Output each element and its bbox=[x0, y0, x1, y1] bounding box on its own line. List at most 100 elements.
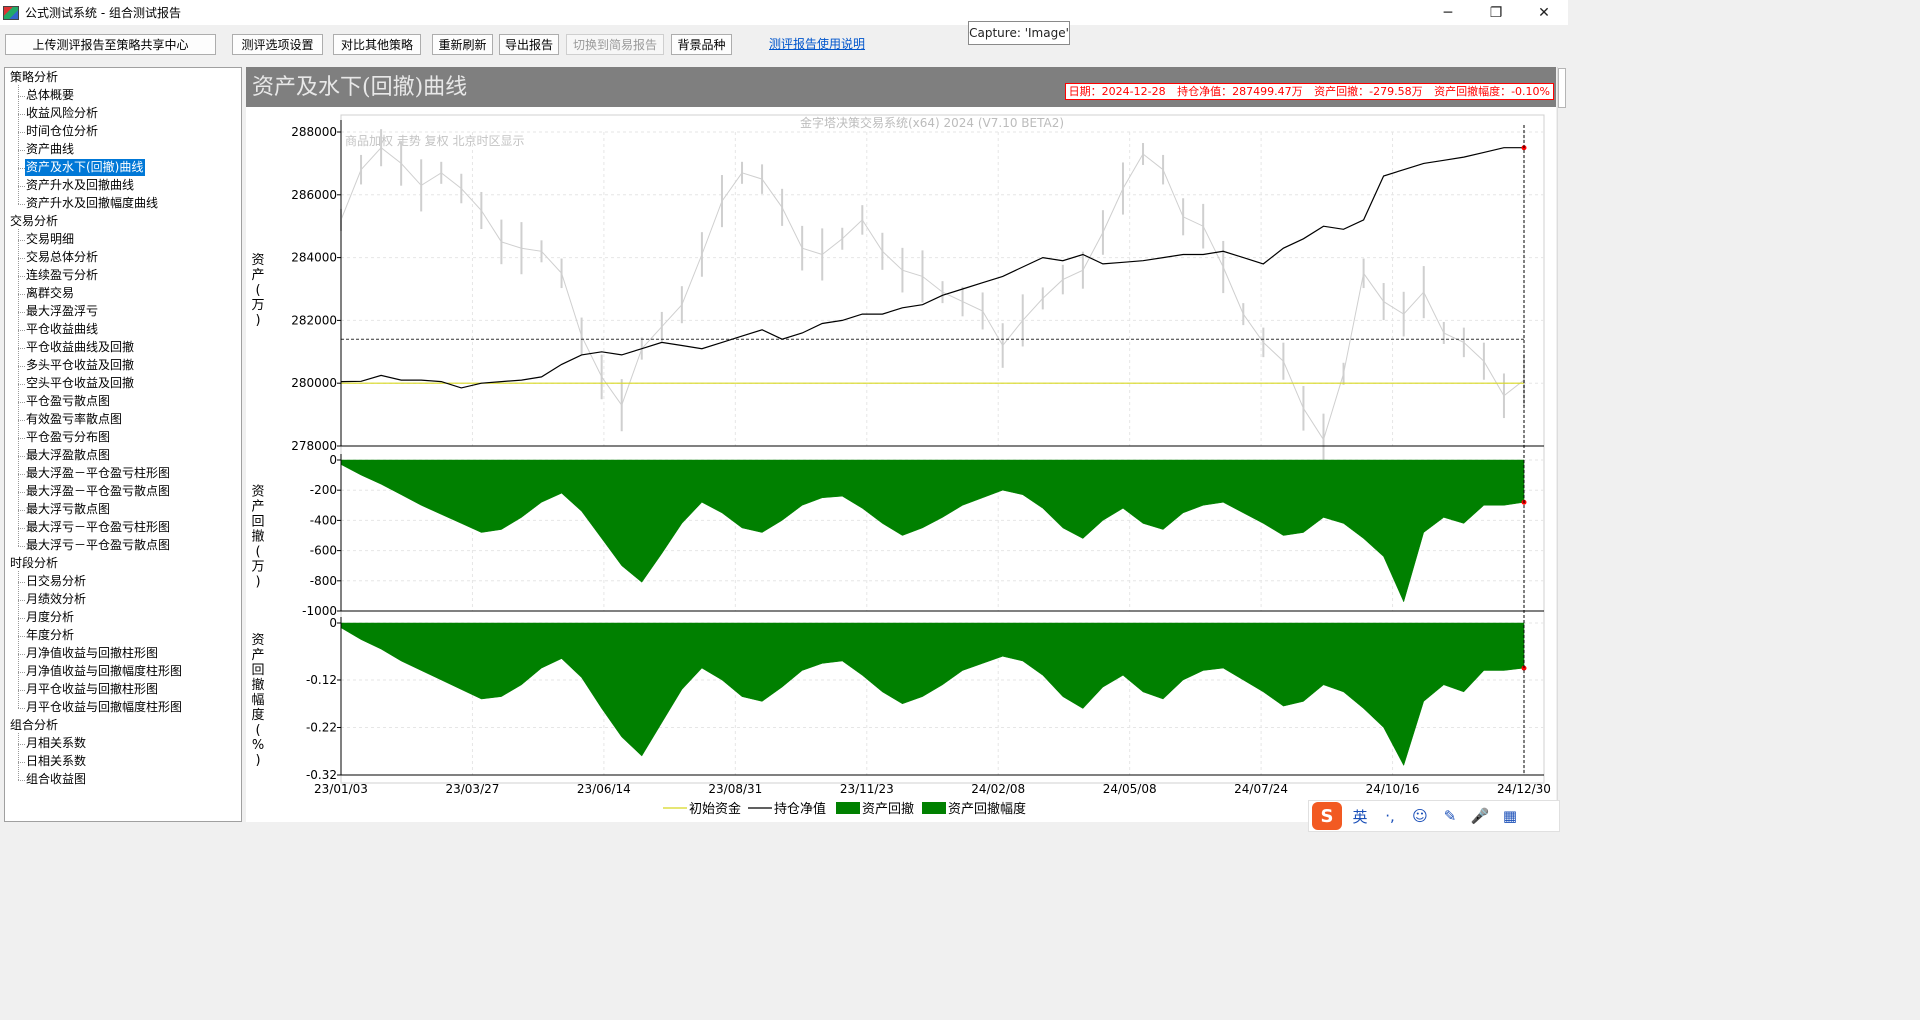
y-tick-label: 284000 bbox=[291, 251, 337, 265]
tree-item[interactable]: 平仓盈亏分布图 bbox=[25, 429, 112, 446]
tree-item[interactable]: 平仓盈亏散点图 bbox=[25, 393, 112, 410]
ime-pen-icon[interactable]: ✎ bbox=[1438, 804, 1462, 828]
y-axis-label-char: 回 bbox=[251, 515, 264, 530]
tree-item[interactable]: 最大浮盈－平仓盈亏柱形图 bbox=[25, 465, 172, 482]
tree-item[interactable]: 资产升水及回撤曲线 bbox=[25, 177, 136, 194]
tree-item[interactable]: 月净值收益与回撤幅度柱形图 bbox=[25, 663, 184, 680]
tree-group[interactable]: 时段分析 bbox=[10, 555, 58, 572]
tree-item[interactable]: 最大浮亏散点图 bbox=[25, 501, 112, 518]
background-note: 商品加权 走势 复权 北京时区显示 bbox=[345, 133, 524, 148]
test-settings-button[interactable]: 测评选项设置 bbox=[232, 34, 323, 55]
tree-item[interactable]: 总体概要 bbox=[25, 87, 76, 104]
tree-connector bbox=[18, 402, 25, 403]
refresh-button[interactable]: 重新刷新 bbox=[432, 34, 493, 55]
tree-item[interactable]: 月平仓收益与回撤幅度柱形图 bbox=[25, 699, 184, 716]
cursor-info-box: 日期：2024-12-28 持仓净值：287499.47万 资产回撤：-279.… bbox=[1064, 83, 1554, 100]
legend-label: 资产回撤 bbox=[862, 801, 914, 817]
info-net-value: 持仓净值：287499.47万 bbox=[1177, 85, 1303, 98]
tree-item[interactable]: 最大浮盈散点图 bbox=[25, 447, 112, 464]
analysis-tree[interactable]: 策略分析 总体概要 收益风险分析 时间仓位分析 资产曲线 资产及水下(回撤)曲线 资产升水及… bbox=[4, 67, 242, 822]
equity-drawdown-chart[interactable]: 金字塔决策交易系统(x64) 2024 (V7.10 BETA2) 商品加权 走势… bbox=[246, 107, 1556, 822]
y-tick-label: -800 bbox=[310, 574, 337, 588]
ime-grid-icon[interactable]: ▦ bbox=[1498, 804, 1522, 828]
tree-item[interactable]: 组合收益图 bbox=[25, 771, 88, 788]
tree-connector bbox=[18, 733, 19, 780]
chart-watermark: 金字塔决策交易系统(x64) 2024 (V7.10 BETA2) bbox=[800, 115, 1064, 130]
tree-item[interactable]: 最大浮盈－平仓盈亏散点图 bbox=[25, 483, 172, 500]
y-tick-label: 286000 bbox=[291, 188, 337, 202]
tree-item[interactable]: 月相关系数 bbox=[25, 735, 88, 752]
y-tick-label: 0 bbox=[329, 616, 337, 630]
tree-item[interactable]: 月绩效分析 bbox=[25, 591, 88, 608]
ime-mic-icon[interactable]: 🎤 bbox=[1468, 804, 1492, 828]
panel-title: 资产及水下(回撤)曲线 bbox=[252, 75, 468, 100]
background-symbol-button[interactable]: 背景品种 bbox=[671, 34, 732, 55]
tree-item[interactable]: 有效盈亏率散点图 bbox=[25, 411, 124, 428]
tree-item[interactable]: 平仓收益曲线及回撤 bbox=[25, 339, 136, 356]
restore-button[interactable]: ❐ bbox=[1472, 0, 1520, 25]
export-report-button[interactable]: 导出报告 bbox=[499, 34, 559, 55]
tree-connector bbox=[18, 229, 19, 546]
scrollbar-thumb[interactable] bbox=[1558, 68, 1566, 108]
tree-connector bbox=[18, 474, 25, 475]
tree-connector bbox=[18, 312, 25, 313]
tree-item[interactable]: 最大浮盈浮亏 bbox=[25, 303, 100, 320]
ime-emoji-icon[interactable]: ☺ bbox=[1408, 804, 1432, 828]
tree-item[interactable]: 空头平仓收益及回撤 bbox=[25, 375, 136, 392]
x-tick-label: 23/08/31 bbox=[708, 782, 762, 796]
tree-item[interactable]: 日交易分析 bbox=[25, 573, 88, 590]
compare-strategy-button[interactable]: 对比其他策略 bbox=[333, 34, 421, 55]
tree-connector bbox=[18, 420, 25, 421]
switch-simple-report-button[interactable]: 切换到简易报告 bbox=[566, 34, 664, 55]
tree-group[interactable]: 组合分析 bbox=[10, 717, 58, 734]
close-button[interactable]: ✕ bbox=[1520, 0, 1568, 25]
tree-item[interactable]: 连续盈亏分析 bbox=[25, 267, 100, 284]
tree-item[interactable]: 多头平仓收益及回撤 bbox=[25, 357, 136, 374]
tree-item[interactable]: 时间仓位分析 bbox=[25, 123, 100, 140]
tree-item[interactable]: 离群交易 bbox=[25, 285, 76, 302]
tree-connector bbox=[18, 636, 25, 637]
ime-language-toggle[interactable]: 英 bbox=[1348, 804, 1372, 828]
app-icon bbox=[3, 5, 19, 20]
tree-item[interactable]: 交易明细 bbox=[25, 231, 76, 248]
y-tick-label: 278000 bbox=[291, 439, 337, 453]
tree-item[interactable]: 资产升水及回撤幅度曲线 bbox=[25, 195, 160, 212]
report-help-link[interactable]: 测评报告使用说明 bbox=[769, 35, 865, 52]
tree-item[interactable]: 月净值收益与回撤柱形图 bbox=[25, 645, 160, 662]
upload-report-button[interactable]: 上传测评报告至策略共享中心 bbox=[5, 34, 216, 55]
tree-group[interactable]: 交易分析 bbox=[10, 213, 58, 230]
tree-item[interactable]: 平仓收益曲线 bbox=[25, 321, 100, 338]
tree-item[interactable]: 月平仓收益与回撤柱形图 bbox=[25, 681, 160, 698]
window-title: 公式测试系统 - 组合测试报告 bbox=[25, 6, 181, 20]
tree-connector bbox=[18, 546, 25, 547]
tree-connector bbox=[18, 744, 25, 745]
tree-item[interactable]: 年度分析 bbox=[25, 627, 76, 644]
ime-logo-icon[interactable]: S bbox=[1312, 802, 1342, 830]
tree-item[interactable]: 最大浮亏－平仓盈亏散点图 bbox=[25, 537, 172, 554]
tree-item[interactable]: 资产曲线 bbox=[25, 141, 76, 158]
vertical-scrollbar[interactable] bbox=[1557, 67, 1567, 822]
y-axis-label-char: 产 bbox=[251, 500, 264, 515]
tree-connector bbox=[18, 571, 19, 708]
y-axis-label-char: 幅 bbox=[251, 693, 264, 708]
tree-connector bbox=[18, 438, 25, 439]
y-axis-label-char: 撤 bbox=[251, 529, 264, 545]
tree-item[interactable]: 收益风险分析 bbox=[25, 105, 100, 122]
y-tick-label: -600 bbox=[310, 544, 337, 558]
ime-toolbar: S 英 ·, ☺ ✎ 🎤 ▦ bbox=[1308, 800, 1560, 832]
y-axis-label-char: 度 bbox=[251, 707, 264, 723]
tree-item[interactable]: 日相关系数 bbox=[25, 753, 88, 770]
y-axis-label-char: 产 bbox=[251, 268, 264, 283]
tree-item[interactable]: 最大浮亏－平仓盈亏柱形图 bbox=[25, 519, 172, 536]
ime-punctuation-icon[interactable]: ·, bbox=[1378, 804, 1402, 828]
tree-group[interactable]: 策略分析 bbox=[10, 69, 58, 86]
capture-tooltip: Capture: 'Image' bbox=[968, 21, 1070, 45]
tree-item[interactable]: 交易总体分析 bbox=[25, 249, 100, 266]
tree-item[interactable]: 月度分析 bbox=[25, 609, 76, 626]
tree-connector bbox=[18, 168, 25, 169]
tree-connector bbox=[18, 348, 25, 349]
tree-item[interactable]: 资产及水下(回撤)曲线 bbox=[25, 159, 146, 176]
info-date: 日期：2024-12-28 bbox=[1068, 85, 1166, 98]
tree-connector bbox=[18, 294, 25, 295]
minimize-button[interactable]: ─ bbox=[1424, 0, 1472, 25]
